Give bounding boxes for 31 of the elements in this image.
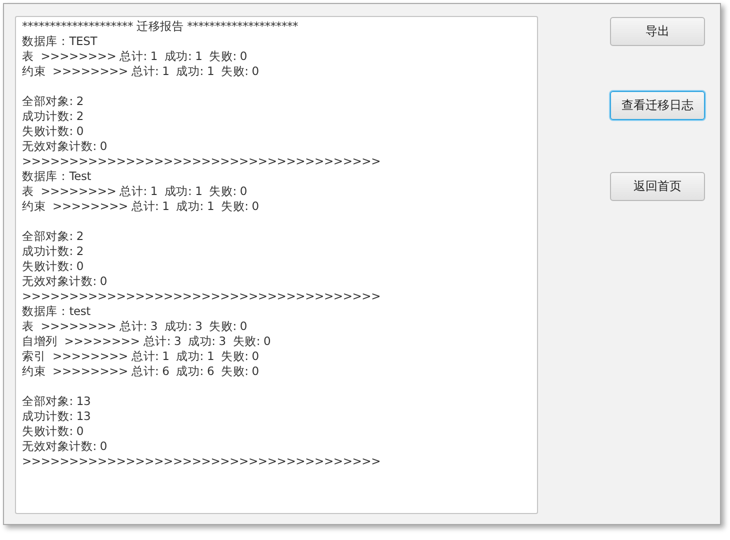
action-button[interactable]: 查看迁移日志	[610, 91, 705, 120]
report-line: 数据库：test	[22, 304, 92, 319]
report-line: 成功计数: 2	[22, 244, 84, 259]
report-line: 数据库：Test	[22, 169, 92, 184]
report-line: 成功计数: 13	[22, 409, 92, 424]
report-line: >>>>>>>>>>>>>>>>>>>>>>>>>>>>>>>>>>>>>>	[22, 289, 382, 304]
report-line: 无效对象计数: 0	[22, 139, 108, 154]
report-line: 全部对象: 2	[22, 94, 84, 109]
report-line: >>>>>>>>>>>>>>>>>>>>>>>>>>>>>>>>>>>>>>	[22, 154, 382, 169]
report-line: 表 >>>>>>>> 总计: 1 成功: 1 失败: 0	[22, 184, 248, 199]
report-line: 无效对象计数: 0	[22, 439, 108, 454]
report-line: 失败计数: 0	[22, 424, 84, 439]
report-line: 无效对象计数: 0	[22, 274, 108, 289]
report-line: 成功计数: 2	[22, 109, 84, 124]
report-line: 数据库：TEST	[22, 34, 98, 49]
report-line: 失败计数: 0	[22, 259, 84, 274]
report-line: 失败计数: 0	[22, 124, 84, 139]
report-line: 索引 >>>>>>>> 总计: 1 成功: 1 失败: 0	[22, 349, 260, 364]
report-line: ******************** 迁移报告 ********************	[22, 19, 300, 34]
report-line: 自增列 >>>>>>>> 总计: 3 成功: 3 失败: 0	[22, 334, 272, 349]
report-line: 约束 >>>>>>>> 总计: 1 成功: 1 失败: 0	[22, 64, 260, 79]
report-line: 表 >>>>>>>> 总计: 3 成功: 3 失败: 0	[22, 319, 248, 334]
report-line: 全部对象: 2	[22, 229, 84, 244]
report-line: 表 >>>>>>>> 总计: 1 成功: 1 失败: 0	[22, 49, 248, 64]
action-button[interactable]: 返回首页	[610, 172, 705, 201]
report-line: 约束 >>>>>>>> 总计: 6 成功: 6 失败: 0	[22, 364, 260, 379]
report-text-area[interactable]	[15, 16, 538, 514]
action-button[interactable]: 导出	[610, 17, 705, 46]
report-line: 约束 >>>>>>>> 总计: 1 成功: 1 失败: 0	[22, 199, 260, 214]
report-line: 全部对象: 13	[22, 394, 92, 409]
report-line: >>>>>>>>>>>>>>>>>>>>>>>>>>>>>>>>>>>>>>	[22, 454, 382, 469]
